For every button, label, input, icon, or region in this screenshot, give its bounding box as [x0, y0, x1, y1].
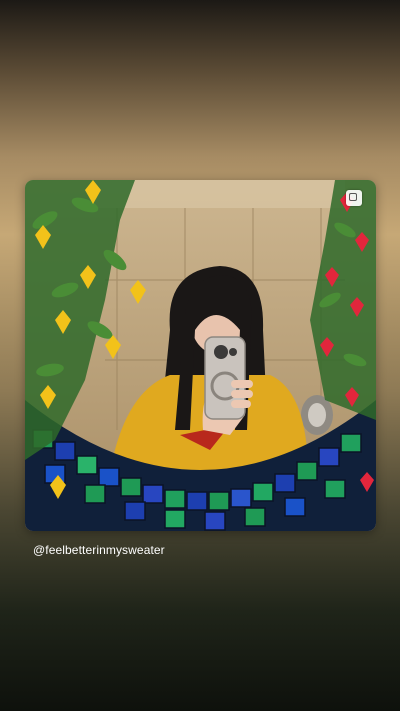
- square-frame-icon: [346, 190, 362, 206]
- mention-sticker[interactable]: @feelbetterinmysweater: [33, 543, 165, 557]
- mirror-selfie-photo[interactable]: [25, 180, 376, 531]
- photo-illustration: [25, 180, 376, 531]
- story-viewer: @feelbetterinmysweater: [0, 0, 400, 711]
